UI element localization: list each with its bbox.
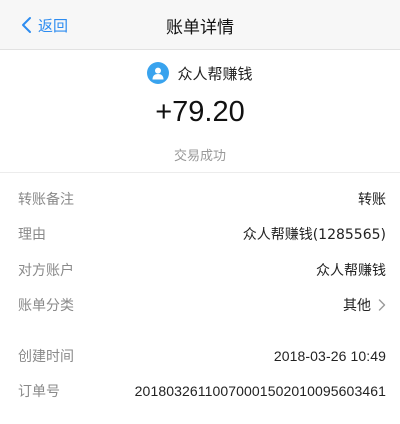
- transaction-summary: 众人帮赚钱 +79.20 交易成功: [0, 50, 400, 172]
- detail-value: 20180326110070001502010095603461: [134, 383, 386, 400]
- detail-label: 订单号: [18, 384, 60, 401]
- avatar: [147, 62, 170, 84]
- user-icon: [152, 67, 164, 80]
- page-title: 账单详情: [166, 17, 234, 38]
- detail-value: 转账: [358, 191, 386, 208]
- transaction-amount: +79.20: [155, 96, 245, 128]
- detail-list: 转账备注 转账 理由 众人帮赚钱(1285565) 对方账户 众人帮赚钱 账单分…: [0, 173, 400, 409]
- detail-row-created-time: 创建时间 2018-03-26 10:49: [0, 338, 400, 374]
- detail-label: 账单分类: [18, 298, 74, 315]
- payee: 众人帮赚钱: [0, 62, 400, 84]
- detail-label: 转账备注: [18, 191, 74, 208]
- transaction-status: 交易成功: [173, 149, 226, 164]
- detail-label: 理由: [18, 227, 46, 244]
- navigation-bar: 返回 账单详情: [0, 0, 400, 50]
- payee-name: 众人帮赚钱: [177, 64, 253, 83]
- chevron-right-icon: [378, 299, 386, 311]
- detail-value: 众人帮赚钱(1285565): [242, 227, 386, 244]
- detail-label: 创建时间: [18, 348, 74, 365]
- detail-row-counterparty: 对方账户 众人帮赚钱: [0, 252, 400, 288]
- detail-row-remark: 转账备注 转账: [0, 181, 400, 217]
- detail-value: 2018-03-26 10:49: [273, 347, 386, 364]
- detail-label: 对方账户: [18, 262, 74, 279]
- detail-row-category[interactable]: 账单分类 其他: [0, 288, 400, 324]
- detail-row-reason: 理由 众人帮赚钱(1285565): [0, 217, 400, 253]
- detail-value: 其他: [343, 298, 371, 315]
- detail-value: 众人帮赚钱: [316, 262, 386, 279]
- detail-row-order-number: 订单号 20180326110070001502010095603461: [0, 374, 400, 410]
